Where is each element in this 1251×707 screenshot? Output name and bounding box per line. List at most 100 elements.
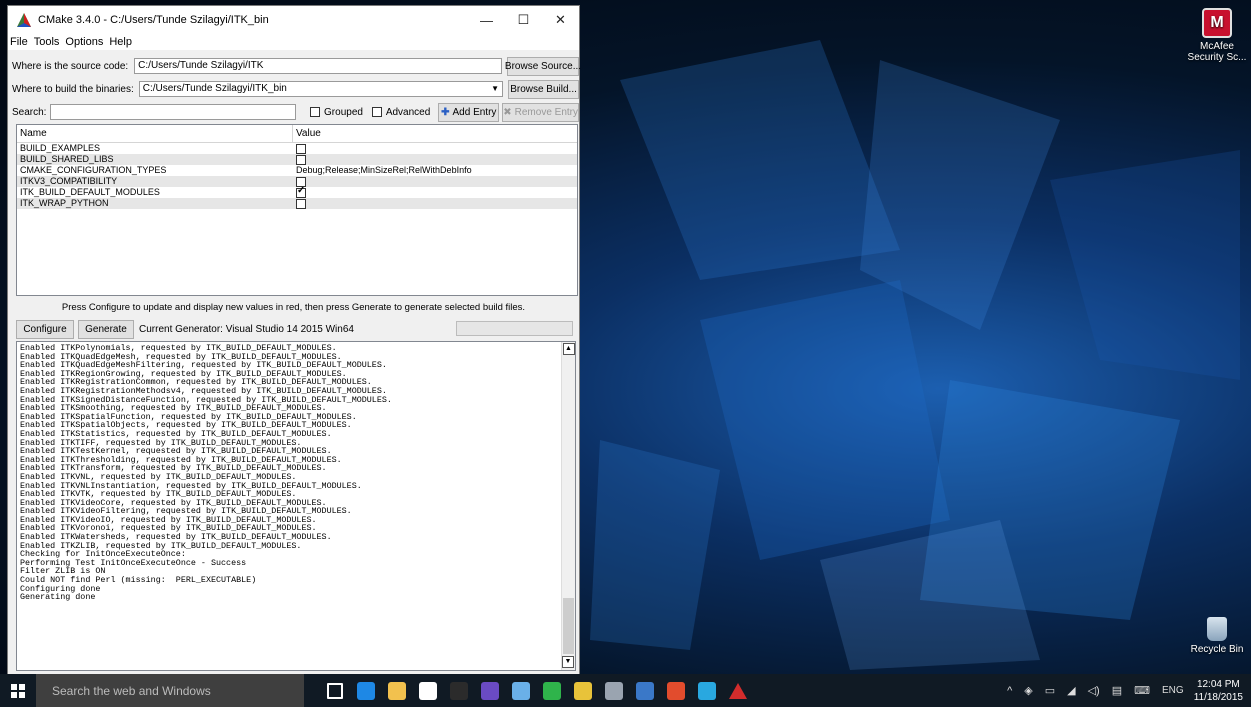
taskbar-app-task-view[interactable] [321, 674, 349, 707]
scroll-thumb[interactable] [563, 598, 574, 654]
taskbar-app-kindle[interactable] [445, 674, 473, 707]
column-header-value[interactable]: Value [293, 125, 577, 142]
browse-source-button[interactable]: Browse Source... [505, 56, 581, 76]
cache-entry-checkbox[interactable] [293, 198, 577, 209]
unchecked-box-icon[interactable] [296, 143, 306, 154]
notifications-icon[interactable]: ▤ [1112, 684, 1122, 697]
volume-icon[interactable]: ◁) [1088, 684, 1100, 697]
cmake-logo-icon [17, 13, 31, 27]
scroll-up-icon[interactable]: ▲ [562, 343, 575, 355]
remove-entry-button[interactable]: ✖ Remove Entry [502, 102, 579, 122]
cmake-app-icon [729, 682, 747, 699]
build-path-combo[interactable]: C:/Users/Tunde Szilagyi/ITK_bin ▼ [138, 81, 504, 97]
grouped-checkbox[interactable] [310, 107, 321, 117]
log-scrollbar[interactable]: ▲ ▼ [561, 342, 575, 670]
menu-bar: File Tools Options Help [8, 34, 579, 50]
title-bar[interactable]: CMake 3.4.0 - C:/Users/Tunde Szilagyi/IT… [8, 6, 579, 34]
desktop-icon-mcafee[interactable]: M McAfee Security Sc... [1182, 8, 1251, 63]
cache-entry-name: ITK_WRAP_PYTHON [20, 198, 109, 208]
cache-entry-checkbox[interactable] [293, 143, 577, 154]
table-row[interactable]: ITK_WRAP_PYTHON [17, 198, 577, 209]
cache-table[interactable]: Name Value BUILD_EXAMPLES BUILD_SHARED_LI… [16, 124, 578, 296]
recycle-bin-icon [1207, 617, 1227, 641]
chevron-down-icon[interactable]: ▼ [491, 82, 499, 96]
cache-entry-value[interactable]: Debug;Release;MinSizeRel;RelWithDebInfo [293, 165, 577, 176]
search-input[interactable] [50, 104, 297, 120]
maximize-button[interactable]: ☐ [505, 6, 542, 34]
log-line: Could NOT find Perl (missing: PERL_EXECU… [20, 575, 257, 586]
taskbar-app-file-explorer[interactable] [383, 674, 411, 707]
taskbar-app-photos[interactable] [600, 674, 628, 707]
menu-file[interactable]: File [10, 36, 28, 48]
windows-logo-icon [11, 683, 25, 698]
keyboard-icon[interactable]: ⌨ [1134, 684, 1150, 697]
desktop-icon-recycle-bin[interactable]: Recycle Bin [1182, 617, 1251, 655]
show-hidden-icons-icon[interactable]: ^ [1007, 685, 1012, 697]
source-label: Where is the source code: [12, 60, 129, 72]
store-icon [419, 681, 437, 700]
remove-entry-label: Remove Entry [514, 106, 578, 118]
puzzle-app-icon [636, 681, 654, 700]
desktop-icon-label: Recycle Bin [1190, 644, 1244, 655]
photos-icon [605, 681, 623, 700]
add-entry-button[interactable]: ✚ Add Entry [438, 102, 500, 122]
grouped-label: Grouped [324, 106, 363, 118]
cache-entry-checkbox[interactable] [293, 187, 577, 198]
battery-icon[interactable]: ▭ [1045, 684, 1055, 697]
output-log[interactable]: Enabled ITKPolynomials, requested by ITK… [16, 341, 576, 671]
unchecked-box-icon[interactable] [296, 198, 306, 209]
build-label: Where to build the binaries: [12, 83, 134, 95]
unchecked-box-icon[interactable] [296, 154, 306, 165]
search-label: Search: [12, 106, 47, 118]
table-row[interactable]: ITK_BUILD_DEFAULT_MODULES [17, 187, 577, 198]
taskbar-app-edge[interactable] [352, 674, 380, 707]
table-row[interactable]: BUILD_SHARED_LIBS [17, 154, 577, 165]
current-generator-label: Current Generator: Visual Studio 14 2015… [139, 323, 354, 335]
taskbar-app-store[interactable] [414, 674, 442, 707]
menu-options[interactable]: Options [65, 36, 103, 48]
plus-icon: ✚ [441, 106, 450, 118]
build-path-value: C:/Users/Tunde Szilagyi/ITK_bin [142, 83, 287, 94]
source-path-input[interactable]: C:/Users/Tunde Szilagyi/ITK [134, 58, 502, 74]
cache-entry-checkbox[interactable] [293, 154, 577, 165]
cache-entry-checkbox[interactable] [293, 176, 577, 187]
taskbar-app-app-circle[interactable] [507, 674, 535, 707]
network-icon[interactable]: ◈ [1024, 684, 1032, 697]
taskbar-app-cmake-app[interactable] [724, 674, 752, 707]
mcafee-icon: M [1202, 8, 1232, 38]
start-button[interactable] [0, 674, 36, 707]
menu-help[interactable]: Help [109, 36, 132, 48]
taskbar-app-chrome[interactable] [569, 674, 597, 707]
clock-time: 12:04 PM [1196, 678, 1240, 690]
configure-button[interactable]: Configure [16, 319, 74, 339]
green-app-icon [543, 681, 561, 700]
advanced-checkbox[interactable] [371, 107, 382, 117]
unchecked-box-icon[interactable] [296, 176, 306, 187]
cache-entry-name: ITK_BUILD_DEFAULT_MODULES [20, 187, 160, 197]
taskbar-app-puzzle-app[interactable] [631, 674, 659, 707]
task-view-icon [327, 682, 343, 699]
table-row[interactable]: CMAKE_CONFIGURATION_TYPES Debug;Release;M… [17, 165, 577, 176]
menu-tools[interactable]: Tools [34, 36, 60, 48]
advanced-label: Advanced [385, 106, 431, 118]
table-row[interactable]: ITKV3_COMPATIBILITY [17, 176, 577, 187]
clock[interactable]: 12:04 PM 11/18/2015 [1194, 678, 1243, 704]
minimize-button[interactable]: — [468, 6, 505, 34]
close-button[interactable]: ✕ [542, 6, 579, 34]
log-line: Generating done [20, 592, 96, 603]
taskbar-app-chat-app[interactable] [693, 674, 721, 707]
table-row[interactable]: BUILD_EXAMPLES [17, 143, 577, 154]
scroll-down-icon[interactable]: ▼ [562, 656, 574, 668]
checked-box-icon[interactable] [296, 187, 306, 198]
hint-text: Press Configure to update and display ne… [61, 302, 526, 313]
cache-entry-name: CMAKE_CONFIGURATION_TYPES [20, 165, 167, 175]
column-header-name[interactable]: Name [17, 125, 293, 142]
taskbar-app-office-app[interactable] [662, 674, 690, 707]
browse-build-button[interactable]: Browse Build... [508, 79, 579, 99]
taskbar-app-green-app[interactable] [538, 674, 566, 707]
taskbar-search-box[interactable]: Search the web and Windows [36, 674, 304, 707]
language-indicator[interactable]: ENG [1162, 685, 1184, 696]
taskbar-app-save-app[interactable] [476, 674, 504, 707]
wifi-icon[interactable]: ◢ [1067, 684, 1075, 697]
generate-button[interactable]: Generate [78, 319, 134, 339]
